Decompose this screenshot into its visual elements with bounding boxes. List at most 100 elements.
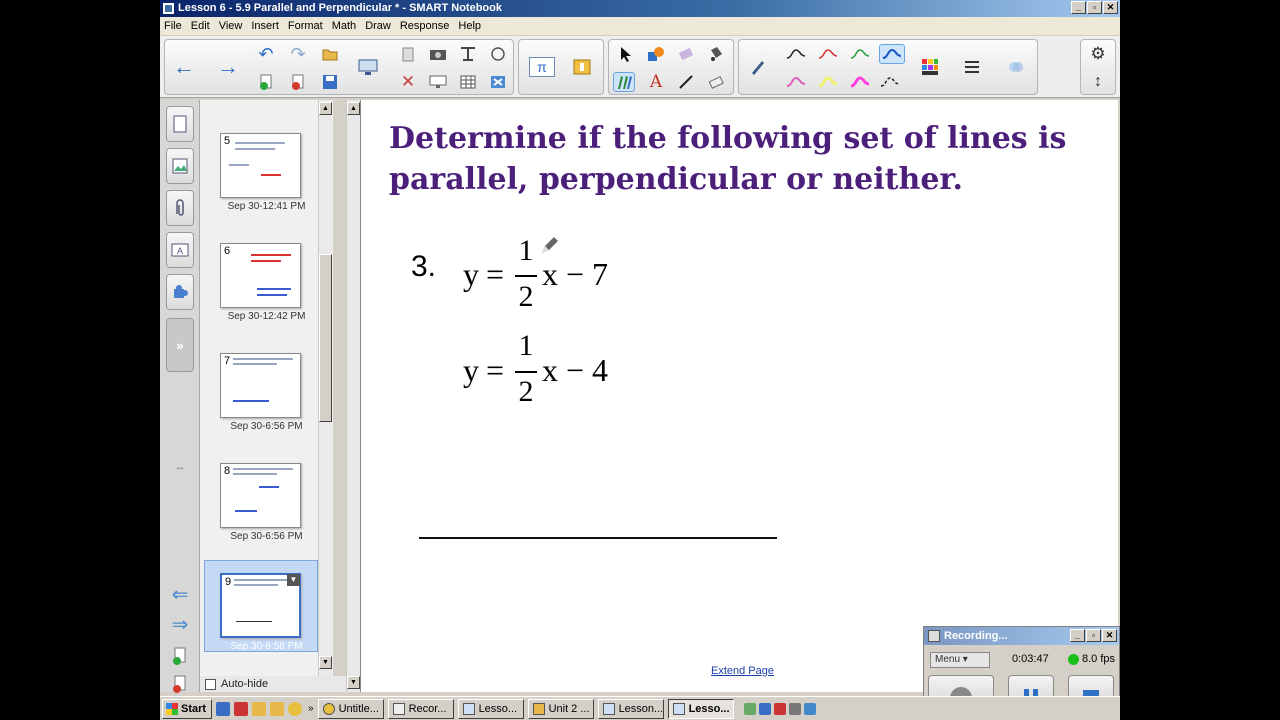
- delete-page-icon[interactable]: [287, 72, 309, 92]
- paste-icon[interactable]: [397, 44, 419, 64]
- pen-style-blue-icon[interactable]: [879, 44, 905, 64]
- task-lesson-1[interactable]: Lesso...: [457, 698, 524, 719]
- gallery-tab[interactable]: [166, 148, 194, 184]
- task-chrome[interactable]: Untitle...: [317, 698, 384, 719]
- addons-tab[interactable]: [166, 274, 194, 310]
- expand-panel-handle[interactable]: »: [166, 318, 194, 372]
- pen-style-green-icon[interactable]: [849, 44, 871, 64]
- select-arrow-icon[interactable]: [615, 44, 637, 64]
- page-thumbnail[interactable]: 7: [220, 353, 301, 418]
- menu-response[interactable]: Response: [400, 20, 450, 32]
- highlighter-pink-icon[interactable]: [849, 72, 871, 92]
- pen-style-red-icon[interactable]: [817, 44, 839, 64]
- color-palette-icon[interactable]: [919, 57, 941, 77]
- shapes-icon[interactable]: [645, 44, 667, 64]
- full-screen-icon[interactable]: [427, 72, 449, 92]
- pen-type-icon[interactable]: [747, 57, 769, 77]
- previous-page-icon[interactable]: ←: [173, 54, 195, 79]
- undo-icon[interactable]: ↶: [255, 44, 277, 64]
- fill-icon[interactable]: [705, 44, 727, 64]
- menu-insert[interactable]: Insert: [251, 20, 279, 32]
- screen-shade-icon[interactable]: [357, 57, 379, 77]
- shape-recognition-icon[interactable]: [487, 44, 509, 64]
- extend-page-link[interactable]: Extend Page: [711, 665, 774, 677]
- delete-icon[interactable]: ✕: [397, 72, 419, 92]
- page-thumbnail[interactable]: 8: [220, 463, 301, 528]
- tray-network-icon[interactable]: [743, 702, 756, 715]
- tray-security-icon[interactable]: [773, 702, 786, 715]
- page-scrollbar[interactable]: ▲ ▼: [346, 100, 360, 692]
- line-icon[interactable]: [675, 72, 697, 92]
- menu-view[interactable]: View: [219, 20, 243, 32]
- scroll-thumb[interactable]: [319, 254, 332, 422]
- quicklaunch-ie-icon[interactable]: [216, 701, 230, 716]
- pen-style-black-icon[interactable]: [785, 44, 807, 64]
- tray-display-icon[interactable]: [803, 702, 816, 715]
- page-scroll-down-icon[interactable]: ▼: [347, 676, 360, 689]
- quicklaunch-folder-2-icon[interactable]: [270, 701, 284, 716]
- task-lesson-active[interactable]: Lesso...: [667, 698, 734, 719]
- quicklaunch-more-icon[interactable]: »: [308, 703, 314, 714]
- menu-edit[interactable]: Edit: [191, 20, 210, 32]
- scroll-down-icon[interactable]: ▼: [319, 656, 332, 669]
- resize-handle-icon[interactable]: ↔: [166, 460, 194, 474]
- math-tools-button[interactable]: π: [529, 57, 555, 77]
- menu-draw[interactable]: Draw: [365, 20, 391, 32]
- highlighter-magenta-icon[interactable]: [785, 72, 807, 92]
- page-thumbnail[interactable]: 5: [220, 133, 301, 198]
- tray-volume-icon[interactable]: [788, 702, 801, 715]
- attachments-tab[interactable]: [166, 190, 194, 226]
- auto-hide-toggle[interactable]: Auto-hide: [200, 676, 360, 692]
- thumbnail-menu-icon[interactable]: ▼: [287, 574, 300, 586]
- restore-button[interactable]: ▫: [1087, 1, 1102, 14]
- next-page-icon[interactable]: →: [217, 54, 239, 79]
- sorter-scrollbar[interactable]: ▲ ▼: [318, 100, 332, 676]
- transparency-icon[interactable]: [1005, 57, 1027, 77]
- gear-icon[interactable]: ⚙: [1087, 44, 1109, 64]
- auto-hide-checkbox[interactable]: [205, 678, 216, 690]
- task-recorder[interactable]: Recor...: [387, 698, 454, 719]
- redo-icon[interactable]: ↷: [287, 44, 309, 64]
- dashed-pen-icon[interactable]: [879, 72, 901, 92]
- recorder-maximize-button[interactable]: ▫: [1086, 629, 1101, 642]
- close-document-icon[interactable]: [487, 72, 509, 92]
- page-thumbnail-selected[interactable]: 9 ▼: [220, 573, 301, 638]
- start-button[interactable]: Start: [162, 698, 212, 719]
- open-file-icon[interactable]: [319, 44, 341, 64]
- camera-icon[interactable]: [427, 44, 449, 64]
- text-icon[interactable]: A: [645, 72, 667, 92]
- menu-format[interactable]: Format: [288, 20, 323, 32]
- quicklaunch-folder-icon[interactable]: [252, 701, 266, 716]
- quicklaunch-chrome-icon[interactable]: [288, 701, 302, 716]
- eraser-tool-icon[interactable]: [675, 44, 697, 64]
- sorter-next-icon[interactable]: ⇒: [166, 606, 194, 642]
- insert-table-tool-icon[interactable]: [457, 44, 479, 64]
- recorder-close-button[interactable]: ✕: [1102, 629, 1117, 642]
- menu-math[interactable]: Math: [332, 20, 356, 32]
- task-unit2-folder[interactable]: Unit 2 ...: [527, 698, 594, 719]
- table-icon[interactable]: [457, 72, 479, 92]
- recorder-menu-dropdown[interactable]: Menu ▾: [930, 652, 990, 668]
- properties-tab[interactable]: A: [166, 232, 194, 268]
- page-sorter-tab[interactable]: [166, 106, 194, 142]
- eraser-icon[interactable]: [705, 72, 727, 92]
- menu-help[interactable]: Help: [458, 20, 481, 32]
- quicklaunch-mail-icon[interactable]: [234, 701, 248, 716]
- pens-icon[interactable]: [613, 72, 635, 92]
- add-page-icon[interactable]: [255, 72, 277, 92]
- page-scroll-up-icon[interactable]: ▲: [347, 102, 360, 115]
- recorder-minimize-button[interactable]: _: [1070, 629, 1085, 642]
- close-button[interactable]: ✕: [1103, 1, 1118, 14]
- menu-file[interactable]: File: [164, 20, 182, 32]
- move-toolbar-icon[interactable]: ↕: [1087, 72, 1109, 92]
- save-icon[interactable]: [319, 72, 341, 92]
- notebook-page[interactable]: Determine if the following set of lines …: [360, 100, 1118, 692]
- task-lesson-2[interactable]: Lesson...: [597, 698, 664, 719]
- tray-bluetooth-icon[interactable]: [758, 702, 771, 715]
- page-thumbnail[interactable]: 6: [220, 243, 301, 308]
- highlighter-yellow-icon[interactable]: [817, 72, 839, 92]
- response-icon[interactable]: [571, 57, 593, 77]
- minimize-button[interactable]: _: [1071, 1, 1086, 14]
- line-style-icon[interactable]: [961, 57, 983, 77]
- scroll-up-icon[interactable]: ▲: [319, 102, 332, 115]
